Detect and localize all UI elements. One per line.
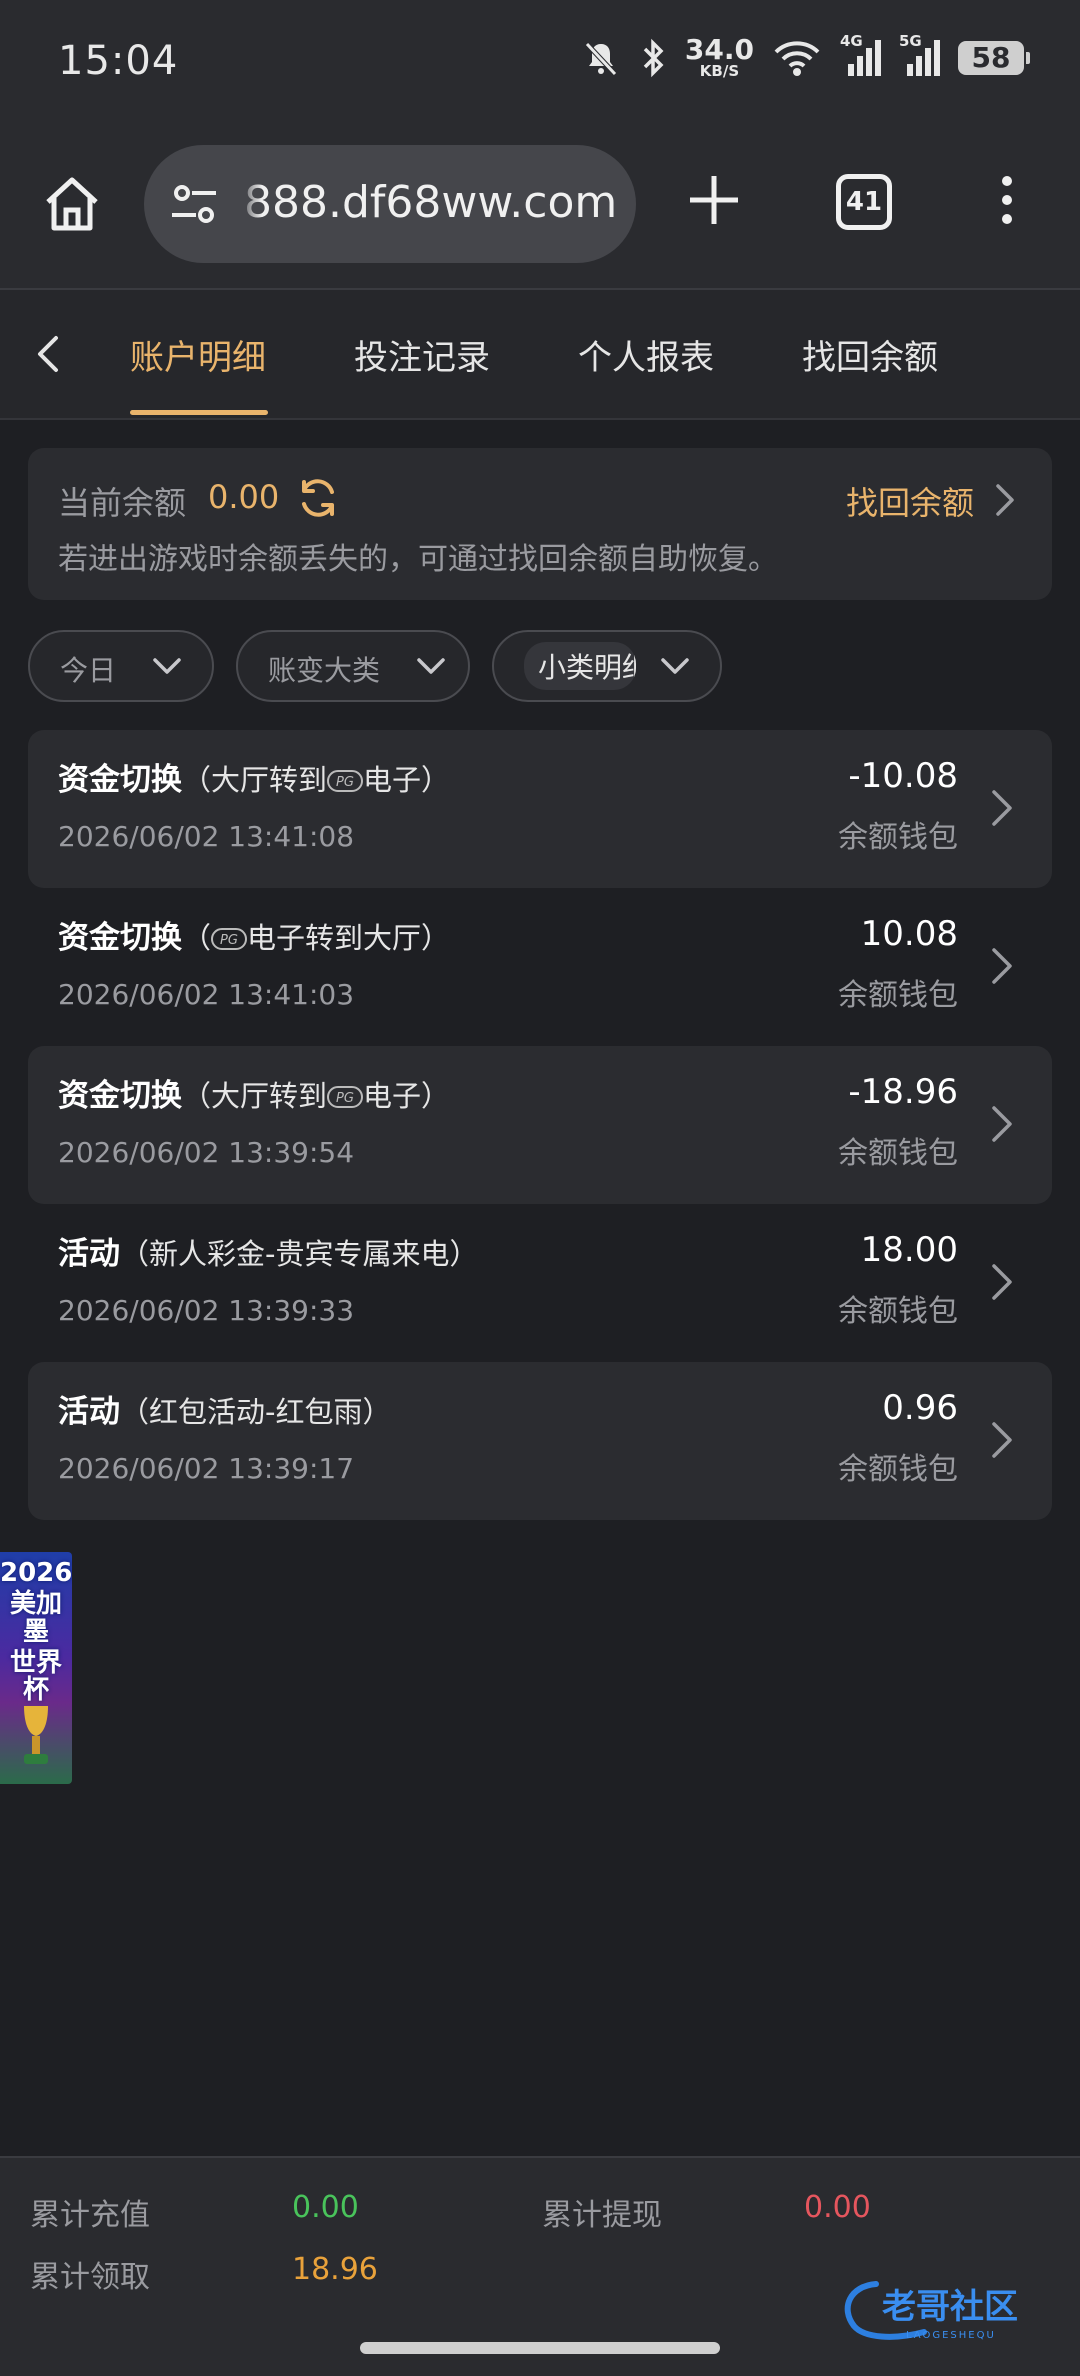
transaction-time: 2026/06/02 13:39:33 [58,1294,355,1327]
balance-note: 若进出游戏时余额丢失的，可通过找回余额自助恢复。 [58,542,778,577]
transaction-title: 活动（红包活动-红包雨） [58,1394,392,1430]
transaction-row[interactable]: 资金切换（ PG 电子转到大厅） 2026/06/02 13:41:03 10.08… [28,888,1052,1046]
transaction-time: 2026/06/02 13:41:03 [58,978,355,1011]
transaction-title: 资金切换（大厅转到 PG 电子） [58,762,451,798]
transaction-wallet: 余额钱包 [838,1294,958,1329]
status-bar: 15:04 34.0 KB/S 4G 5G 58 [0,0,1080,130]
claimed-label: 累计领取 [30,2260,150,2295]
tab-bet-records[interactable]: 投注记录 [354,330,490,379]
transaction-title: 活动（新人彩金-贵宾专属来电） [58,1236,479,1272]
status-icons: 34.0 KB/S 4G 5G 58 [581,32,1030,80]
chevron-right-icon[interactable] [990,1420,1014,1460]
tab-personal-report[interactable]: 个人报表 [578,330,714,379]
chevron-down-icon [153,658,181,674]
watermark-logo: 老哥社区 LAOGESHEQU [844,2281,1018,2341]
transaction-wallet: 余额钱包 [838,820,958,855]
browser-toolbar: 888.df68ww.com 41 [0,130,1080,290]
url-text[interactable]: 888.df68ww.com [237,177,617,228]
signal-5g-icon: 5G [899,32,940,76]
transaction-time: 2026/06/02 13:39:17 [58,1452,355,1485]
transaction-wallet: 余额钱包 [838,978,958,1013]
transaction-title: 资金切换（ PG 电子转到大厅） [58,920,451,956]
new-tab-icon[interactable] [686,172,742,228]
transaction-amount: 18.00 [860,1230,958,1270]
transaction-wallet: 余额钱包 [838,1136,958,1171]
chevron-down-icon [417,658,445,674]
battery-icon: 58 [958,40,1030,75]
subcategory-filter[interactable]: 小类明细 [492,630,722,702]
transaction-row[interactable]: 活动（新人彩金-贵宾专属来电） 2026/06/02 13:39:33 18.0… [28,1204,1052,1362]
tab-account-details[interactable]: 账户明细 [130,330,266,379]
bluetooth-icon [643,38,664,77]
back-icon[interactable] [30,334,66,374]
world-cup-promo-banner[interactable]: 2026 美加墨 世界杯 [0,1552,72,1784]
chevron-right-icon[interactable] [994,482,1018,518]
site-settings-icon[interactable] [170,183,218,225]
gesture-home-bar[interactable] [360,2342,720,2354]
signal-4g-icon: 4G [840,32,881,76]
network-speed: 34.0 KB/S [684,33,754,80]
pg-logo-icon: PG [327,770,364,792]
chevron-right-icon[interactable] [990,1262,1014,1302]
address-bar[interactable]: 888.df68ww.com [144,145,636,263]
trophy-icon [24,1706,48,1764]
date-filter[interactable]: 今日 [28,630,214,702]
more-menu-icon[interactable] [992,170,1022,230]
balance-card: 当前余额 0.00 找回余额 若进出游戏时余额丢失的，可通过找回余额自助恢复。 [28,448,1052,600]
pg-logo-icon: PG [211,928,248,950]
claimed-value: 18.96 [292,2252,378,2287]
svg-text:老哥社区: 老哥社区 [882,2287,1018,2327]
transaction-title: 资金切换（大厅转到 PG 电子） [58,1078,451,1114]
transaction-row[interactable]: 资金切换（大厅转到 PG 电子） 2026/06/02 13:41:08 -10.0… [28,730,1052,888]
transaction-amount: 10.08 [860,914,958,954]
wifi-icon [774,40,820,76]
recharge-value: 0.00 [292,2190,359,2225]
refresh-icon[interactable] [296,476,340,520]
svg-text:PG: PG [336,775,354,790]
tab-switcher-button[interactable]: 41 [836,174,892,230]
status-time: 15:04 [58,38,179,84]
balance-value: 0.00 [208,478,280,516]
chevron-down-icon [661,658,689,674]
page-tabs: 账户明细 投注记录 个人报表 找回余额 [0,290,1080,420]
svg-text:PG: PG [220,933,238,948]
chevron-right-icon[interactable] [990,788,1014,828]
balance-label: 当前余额 [58,484,187,522]
transaction-time: 2026/06/02 13:41:08 [58,820,355,853]
transaction-row[interactable]: 资金切换（大厅转到 PG 电子） 2026/06/02 13:39:54 -18.9… [28,1046,1052,1204]
chevron-right-icon[interactable] [990,946,1014,986]
recover-balance-link[interactable]: 找回余额 [846,478,974,524]
chevron-right-icon[interactable] [990,1104,1014,1144]
withdraw-label: 累计提现 [542,2198,662,2233]
withdraw-value: 0.00 [804,2190,871,2225]
transaction-time: 2026/06/02 13:39:54 [58,1136,355,1169]
svg-text:LAOGESHEQU: LAOGESHEQU [906,2330,996,2341]
transaction-wallet: 余额钱包 [838,1452,958,1487]
transaction-row[interactable]: 活动（红包活动-红包雨） 2026/06/02 13:39:17 0.96 余额… [28,1362,1052,1520]
home-icon[interactable] [40,172,104,236]
svg-text:PG: PG [336,1091,354,1106]
transaction-amount: -10.08 [848,756,958,796]
pg-logo-icon: PG [327,1086,364,1108]
category-filter[interactable]: 账变大类 [236,630,470,702]
recharge-label: 累计充值 [30,2198,150,2233]
tab-recover-balance[interactable]: 找回余额 [802,330,938,379]
active-tab-indicator [130,410,268,415]
bell-muted-icon [585,41,617,76]
transaction-amount: -18.96 [848,1072,958,1112]
transaction-amount: 0.96 [882,1388,958,1428]
